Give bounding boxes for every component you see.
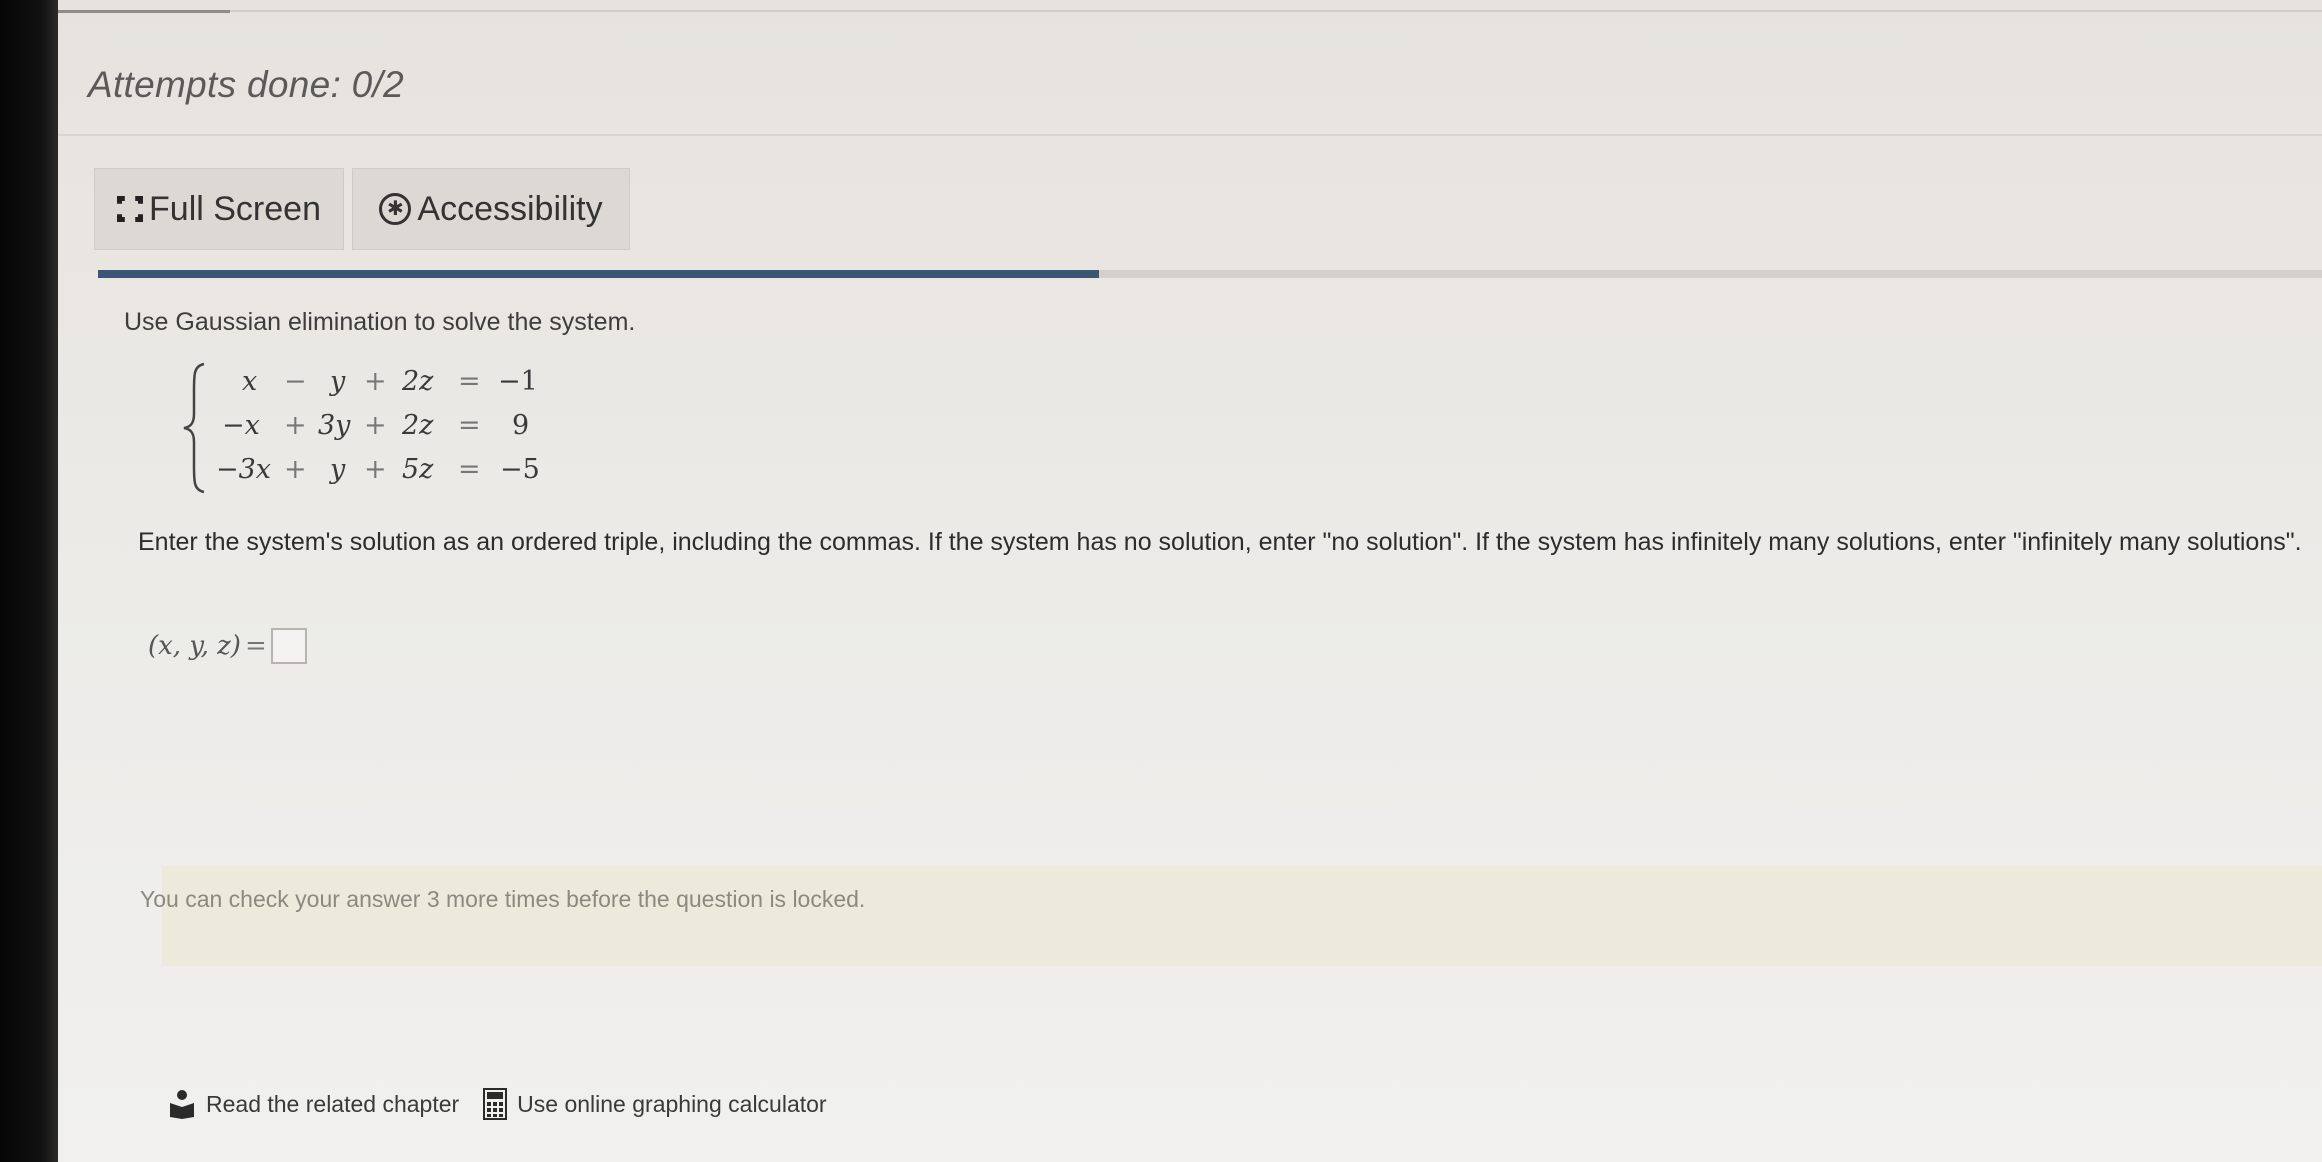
answer-input[interactable] xyxy=(270,628,307,664)
question-prompt: Use Gaussian elimination to solve the sy… xyxy=(124,308,636,336)
answer-instructions: Enter the system's solution as an ordere… xyxy=(138,528,2302,556)
answer-label: (x, y, z) xyxy=(148,631,241,661)
fullscreen-icon xyxy=(117,196,143,222)
progress-bar xyxy=(98,270,2322,278)
answer-equals: = xyxy=(244,631,267,661)
fullscreen-button[interactable]: Full Screen xyxy=(94,168,344,250)
answer-row: (x, y, z) = xyxy=(148,628,307,664)
accessibility-icon: ✱ xyxy=(379,193,412,225)
equation-system: x − y + 2z = −1 −x + 3y + 2z = 9 −3x + y… xyxy=(180,360,600,496)
book-icon xyxy=(170,1090,194,1119)
fullscreen-label: Full Screen xyxy=(149,189,321,228)
attempts-notice-text: You can check your answer 3 more times b… xyxy=(140,886,866,912)
footer-links: Read the related chapter Use online grap… xyxy=(168,1088,851,1120)
quiz-screen: Attempts done: 0/2 Full Screen ✱ Accessi… xyxy=(58,0,2322,1162)
accessibility-button[interactable]: ✱ Accessibility xyxy=(352,168,630,250)
header-divider xyxy=(58,134,2322,136)
monitor-bezel xyxy=(0,0,58,1162)
attempts-counter: Attempts done: 0/2 xyxy=(88,64,404,105)
attempts-notice xyxy=(162,866,2322,966)
read-chapter-link[interactable]: Read the related chapter xyxy=(168,1089,459,1119)
progress-fill xyxy=(98,270,1099,278)
graphing-calculator-label: Use online graphing calculator xyxy=(517,1090,827,1117)
left-brace xyxy=(183,362,205,494)
read-chapter-label: Read the related chapter xyxy=(206,1090,460,1117)
top-divider xyxy=(58,0,2322,13)
calculator-icon xyxy=(483,1088,508,1120)
accessibility-label: Accessibility xyxy=(417,189,603,228)
graphing-calculator-link[interactable]: Use online graphing calculator xyxy=(483,1088,827,1120)
